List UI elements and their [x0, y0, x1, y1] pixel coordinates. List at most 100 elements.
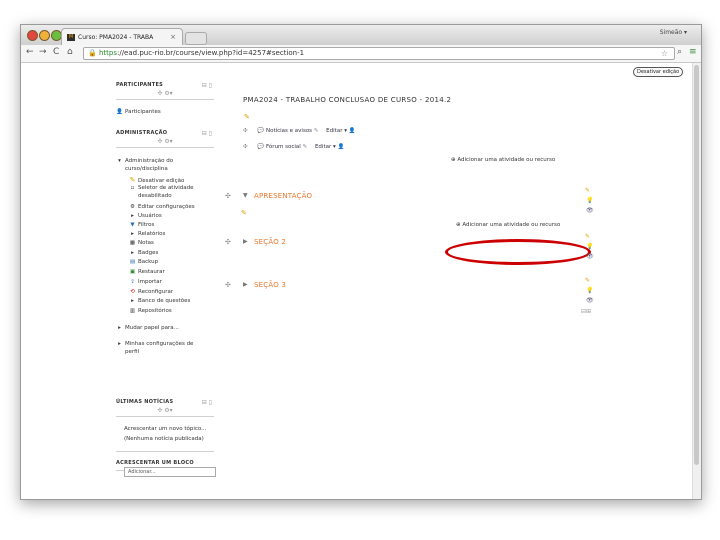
new-tab-button[interactable] — [185, 32, 207, 45]
visibility-eye-icon[interactable]: 👁 — [586, 207, 594, 214]
edit-menu-link[interactable]: Editar ▾ — [315, 144, 336, 150]
home-icon[interactable]: ⌂ — [67, 47, 73, 57]
backup-icon: ▤ — [129, 259, 136, 265]
move-icon[interactable]: ✣ ⚙▾ — [116, 138, 214, 145]
close-tab-icon[interactable]: × — [170, 33, 176, 41]
back-icon[interactable]: ← — [26, 47, 34, 57]
triangle-right-icon: ▸ — [131, 213, 134, 219]
admin-item-switch-role[interactable]: ▸ Mudar papel para... — [116, 325, 179, 333]
bookmark-star-icon[interactable]: ☆ — [661, 48, 668, 59]
menu-icon[interactable]: ≡ — [689, 47, 697, 57]
course-title: PMA2024 - TRABALHO CONCLUSAO DE CURSO - … — [243, 96, 452, 104]
admin-item-reset[interactable]: ⟲ Reconfigurar — [129, 289, 173, 297]
section-title-secao-3[interactable]: SEÇÃO 3 — [254, 281, 286, 289]
admin-item-backup[interactable]: ▤ Backup — [129, 259, 158, 267]
forum-link[interactable]: Fórum social — [266, 144, 301, 150]
highlight-lightbulb-icon[interactable]: 💡 — [586, 243, 593, 250]
browser-window: M Curso: PMA2024 - TRABA × Simeão ▾ ← → … — [20, 24, 702, 500]
divider — [116, 147, 214, 148]
edit-title-pencil-icon[interactable]: ✎ — [314, 128, 319, 134]
participants-link[interactable]: 👤 Participantes — [116, 109, 161, 117]
block-actions-icon[interactable]: ⊟ ▯ — [202, 130, 212, 137]
lock-icon: 🔒 — [88, 49, 97, 57]
vertical-scrollbar[interactable] — [692, 63, 701, 499]
admin-item-grades[interactable]: ▦ Notas — [129, 240, 154, 248]
admin-item-repositories[interactable]: ▥ Repositórios — [129, 308, 172, 316]
page-content: Desativar edição PARTICIPANTES ⊟ ▯ ✣ ⚙▾ … — [21, 63, 701, 499]
admin-item-users[interactable]: ▸ Usuários — [129, 213, 162, 221]
forum-icon: 💬 — [257, 128, 265, 134]
triangle-right-icon: ▸ — [131, 231, 134, 237]
add-block-select[interactable]: Adicionar... — [124, 467, 216, 477]
admin-item-import[interactable]: ⇪ Importar — [129, 279, 162, 287]
add-news-topic-link[interactable]: Acrescentar um novo tópico... — [124, 426, 206, 434]
divider — [116, 451, 214, 452]
user-profile-label[interactable]: Simeão ▾ — [660, 29, 687, 36]
tab-title: Curso: PMA2024 - TRABA — [78, 34, 154, 41]
move-section-icon[interactable]: ✣ — [225, 238, 231, 246]
add-icon: ⊕ — [451, 157, 456, 163]
visibility-eye-icon[interactable]: 👁 — [586, 253, 594, 260]
triangle-right-icon[interactable]: ▶ — [243, 238, 248, 245]
highlight-lightbulb-icon[interactable]: 💡 — [586, 287, 593, 294]
latest-news-block: ÚLTIMAS NOTÍCIAS ⊟ ▯ ✣ ⚙▾ — [116, 399, 214, 417]
edit-section-pencil-icon[interactable]: ✎ — [585, 187, 590, 194]
turn-editing-off-button[interactable]: Desativar edição — [633, 67, 684, 77]
triangle-down-icon[interactable]: ▼ — [243, 192, 248, 199]
admin-item-profile-settings[interactable]: ▸ Minhas configurações de perfil — [116, 341, 201, 356]
admin-item-restore[interactable]: ▣ Restaurar — [129, 269, 165, 277]
url-text: ://ead.puc-rio.br/course/view.php?id=425… — [116, 49, 305, 57]
triangle-right-icon[interactable]: ▶ — [243, 281, 248, 288]
move-icon[interactable]: ✣ — [243, 128, 248, 134]
visibility-eye-icon[interactable]: 👁 — [586, 297, 594, 304]
move-section-icon[interactable]: ✣ — [225, 281, 231, 289]
edit-section-pencil-icon[interactable]: ✎ — [241, 209, 247, 217]
block-header: ACRESCENTAR UM BLOCO — [116, 460, 194, 466]
edit-section-pencil-icon[interactable]: ✎ — [585, 277, 590, 284]
admin-item-reports[interactable]: ▸ Relatórios — [129, 231, 165, 239]
divider — [116, 416, 214, 417]
add-activity-link-section1[interactable]: ⊕ Adicionar uma atividade ou recurso — [456, 222, 560, 228]
search-icon[interactable]: ⌕ — [677, 47, 682, 57]
minimize-window-button[interactable] — [39, 30, 50, 41]
add-activity-link-section0[interactable]: ⊕ Adicionar uma atividade ou recurso — [451, 157, 555, 163]
close-window-button[interactable] — [27, 30, 38, 41]
edit-summary-pencil-icon[interactable]: ✎ — [244, 113, 250, 121]
forward-icon[interactable]: → — [39, 47, 47, 57]
section-title-secao-2[interactable]: SEÇÃO 2 — [254, 238, 286, 246]
admin-item-activity-chooser[interactable]: ▫ Seletor de atividade desabilitado — [129, 185, 210, 200]
edit-menu-link[interactable]: Editar ▾ — [326, 128, 347, 134]
move-section-icon[interactable]: ✣ — [225, 192, 231, 200]
add-remove-section-icon[interactable]: ⊟⊞ — [581, 308, 591, 315]
block-header: PARTICIPANTES — [116, 82, 164, 88]
address-bar[interactable]: 🔒 https://ead.puc-rio.br/course/view.php… — [83, 47, 675, 60]
forum-row-social: ✣ 💬 Fórum social ✎ Editar ▾ 👤 — [243, 144, 344, 150]
forum-row-news: ✣ 💬 Notícias e avisos ✎ Editar ▾ 👤 — [243, 128, 356, 134]
move-icon[interactable]: ✣ — [243, 144, 248, 150]
block-actions-icon[interactable]: ⊟ ▯ — [202, 82, 212, 89]
block-actions-icon[interactable]: ⊟ ▯ — [202, 399, 212, 406]
admin-item-filters[interactable]: ▼ Filtros — [129, 222, 154, 230]
triangle-right-icon: ▸ — [131, 250, 134, 256]
block-header: ADMINISTRAÇÃO — [116, 130, 168, 136]
reload-icon[interactable]: C — [53, 47, 59, 57]
admin-item-course[interactable]: ▾ Administração do curso/disciplina — [116, 158, 195, 173]
navigation-bar: ← → C ⌂ 🔒 https://ead.puc-rio.br/course/… — [21, 45, 701, 63]
highlight-lightbulb-icon[interactable]: 💡 — [586, 197, 593, 204]
no-news-text: (Nenhuma notícia publicada) — [124, 436, 204, 442]
edit-section-pencil-icon[interactable]: ✎ — [585, 233, 590, 240]
restore-icon: ▣ — [129, 269, 136, 275]
move-icon[interactable]: ✣ ⚙▾ — [116, 90, 214, 97]
forum-icon: 💬 — [257, 144, 265, 150]
browser-tab[interactable]: M Curso: PMA2024 - TRABA × — [61, 28, 183, 46]
admin-item-edit-settings[interactable]: ⚙ Editar configurações — [129, 204, 195, 212]
square-icon: ▫ — [130, 185, 135, 191]
admin-item-badges[interactable]: ▸ Badges — [129, 250, 158, 258]
admin-item-question-bank[interactable]: ▸ Banco de questões — [129, 298, 190, 306]
scrollbar-thumb[interactable] — [694, 65, 699, 465]
edit-title-pencil-icon[interactable]: ✎ — [303, 144, 308, 150]
add-icon: ⊕ — [456, 222, 461, 228]
move-icon[interactable]: ✣ ⚙▾ — [116, 407, 214, 414]
section-title-apresentacao[interactable]: APRESENTAÇÃO — [254, 192, 312, 200]
forum-link[interactable]: Notícias e avisos — [266, 128, 312, 134]
